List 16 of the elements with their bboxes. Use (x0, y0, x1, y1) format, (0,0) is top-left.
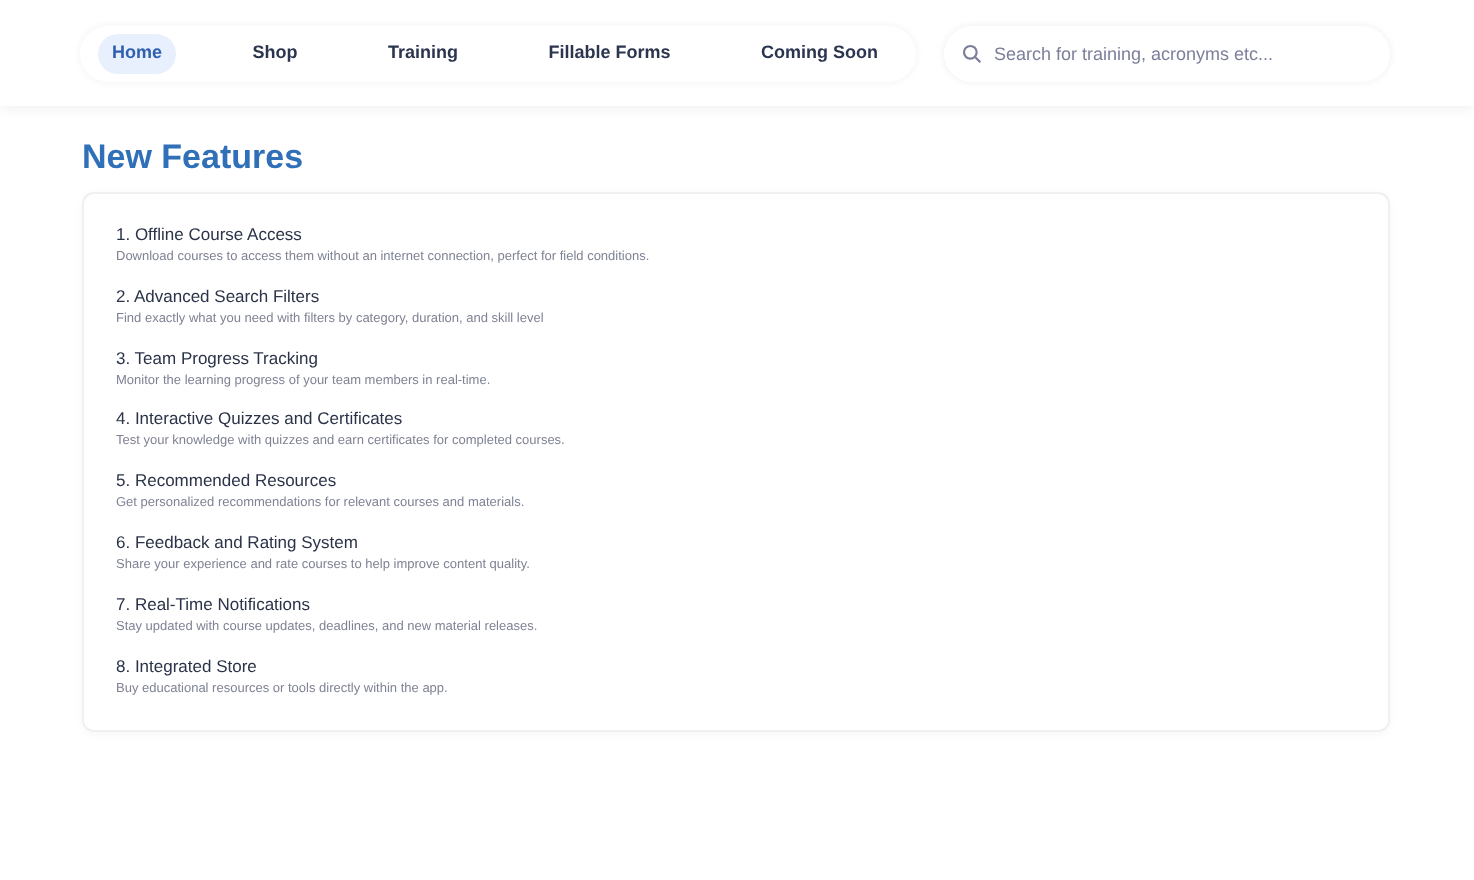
search-icon (962, 43, 982, 63)
nav-tab[interactable]: Training (373, 33, 472, 73)
nav-tab[interactable]: Shop (238, 33, 312, 73)
feature-title: 8. Integrated Store (116, 653, 259, 678)
feature-title: 1. Offline Course Access (116, 222, 304, 246)
feature-title: 6. Feedback and Rating System (116, 529, 360, 554)
feature-title: 4. Interactive Quizzes and Certificates (116, 406, 405, 431)
nav-tab[interactable]: Coming Soon (746, 33, 892, 73)
feature-title: 2. Advanced Search Filters (116, 283, 322, 308)
nav-tab[interactable]: Fillable Forms (534, 33, 685, 73)
search-field[interactable]: Search for training, acronyms etc... (944, 25, 1390, 81)
page-heading: New Features (82, 136, 306, 180)
feature-title: 7. Real-Time Notifications (116, 591, 312, 616)
feature-title: 3. Team Progress Tracking (116, 345, 320, 370)
nav-tab[interactable]: Home (98, 33, 177, 73)
feature-title: 5. Recommended Resources (116, 468, 339, 493)
